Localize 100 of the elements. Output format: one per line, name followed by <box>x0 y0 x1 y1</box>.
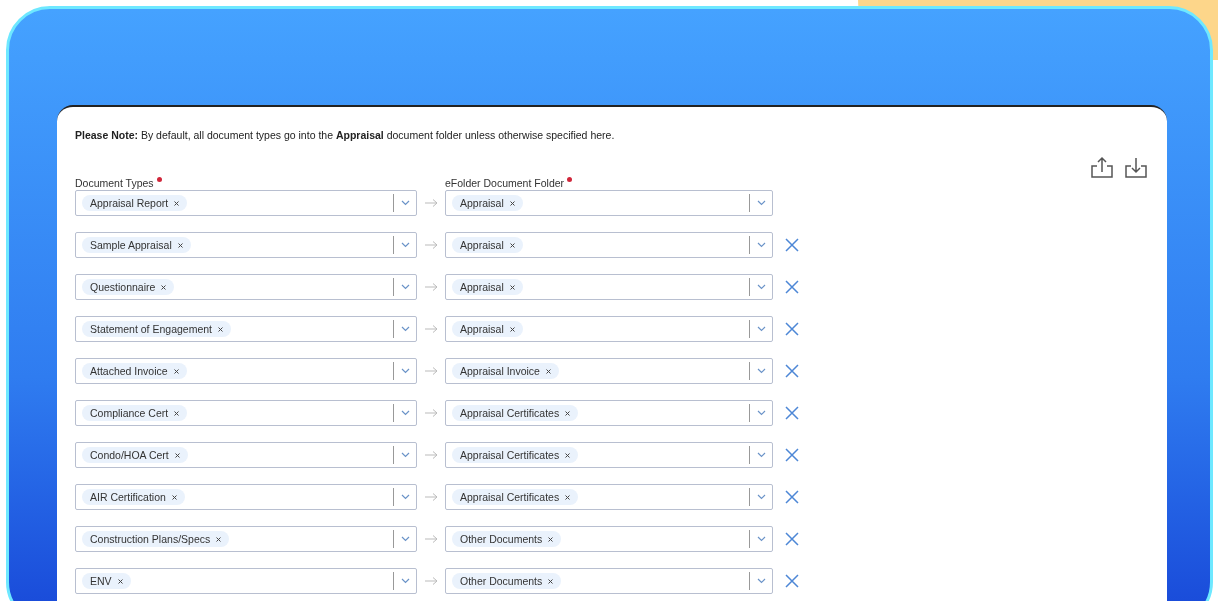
remove-tag-icon[interactable] <box>173 368 179 374</box>
close-icon[interactable] <box>785 532 799 546</box>
chevron-icon <box>756 368 766 374</box>
chevron-icon <box>400 410 410 416</box>
remove-tag-icon[interactable] <box>548 578 554 584</box>
select-field[interactable]: Appraisal <box>445 232 773 258</box>
tag: Appraisal Report <box>82 195 188 211</box>
chevron-icon <box>400 368 410 374</box>
chevron-icon <box>756 326 766 332</box>
tag: Other Documents <box>452 531 562 547</box>
close-icon[interactable] <box>785 490 799 504</box>
remove-tag-icon[interactable] <box>509 326 515 332</box>
column-label: eFolder Document Folder <box>445 177 565 189</box>
tag: Sample Appraisal <box>82 237 191 253</box>
select-field[interactable]: Attached Invoice <box>75 358 417 384</box>
select-field[interactable]: Questionnaire <box>75 274 417 300</box>
chevron-icon <box>756 410 766 416</box>
select-field[interactable]: Appraisal Invoice <box>445 358 773 384</box>
arrow-icon <box>424 451 438 459</box>
chevron-icon <box>756 242 766 248</box>
close-icon[interactable] <box>785 238 799 252</box>
tag: Condo/HOA Cert <box>82 447 188 463</box>
close-icon[interactable] <box>785 406 799 420</box>
chevron-icon <box>756 578 766 584</box>
chevron-icon <box>400 284 410 290</box>
tag: Appraisal <box>452 195 523 211</box>
tag: Compliance Cert <box>82 405 188 421</box>
remove-tag-icon[interactable] <box>174 410 180 416</box>
select-field[interactable]: Condo/HOA Cert <box>75 442 417 468</box>
remove-tag-icon[interactable] <box>509 284 515 290</box>
arrow-icon <box>424 493 438 501</box>
select-field[interactable]: Appraisal <box>445 316 773 342</box>
remove-tag-icon[interactable] <box>548 536 554 542</box>
select-field[interactable]: Construction Plans/Specs <box>75 526 417 552</box>
tag: AIR Certification <box>82 489 185 505</box>
download-icon[interactable] <box>1123 155 1149 181</box>
arrow-icon <box>424 577 438 585</box>
remove-tag-icon[interactable] <box>117 578 123 584</box>
select-field[interactable]: Appraisal Certificates <box>445 484 773 510</box>
tag: Appraisal Invoice <box>452 363 559 379</box>
select-field[interactable]: Appraisal Certificates <box>445 442 773 468</box>
chevron-icon <box>400 494 410 500</box>
close-icon[interactable] <box>785 574 799 588</box>
remove-tag-icon[interactable] <box>509 242 515 248</box>
select-field[interactable]: Statement of Engagement <box>75 316 417 342</box>
tag: Attached Invoice <box>82 363 187 379</box>
remove-tag-icon[interactable] <box>171 494 177 500</box>
arrow-icon <box>424 199 438 207</box>
chevron-icon <box>400 242 410 248</box>
arrow-icon <box>424 325 438 333</box>
select-field[interactable]: Appraisal Report <box>75 190 417 216</box>
select-field[interactable]: Other Documents <box>445 526 773 552</box>
tag: Appraisal Certificates <box>452 489 579 505</box>
remove-tag-icon[interactable] <box>174 452 180 458</box>
chevron-icon <box>400 326 410 332</box>
close-icon[interactable] <box>785 364 799 378</box>
arrow-icon <box>424 367 438 375</box>
tag: Appraisal Certificates <box>452 447 579 463</box>
select-field[interactable]: Appraisal <box>445 190 773 216</box>
tag: Statement of Engagement <box>82 321 231 337</box>
remove-tag-icon[interactable] <box>565 494 571 500</box>
chevron-icon <box>756 284 766 290</box>
arrow-icon <box>424 535 438 543</box>
remove-tag-icon[interactable] <box>218 326 223 332</box>
close-icon[interactable] <box>785 448 799 462</box>
arrow-icon <box>424 409 438 417</box>
tag: Questionnaire <box>82 279 175 295</box>
remove-tag-icon[interactable] <box>509 200 515 206</box>
remove-tag-icon[interactable] <box>565 410 571 416</box>
remove-tag-icon[interactable] <box>161 284 167 290</box>
chevron-icon <box>756 494 766 500</box>
remove-tag-icon[interactable] <box>177 242 183 248</box>
remove-tag-icon[interactable] <box>565 452 571 458</box>
note-text: Please Note: By default, all document types go into the Appraisal document folder unless otherwise specified here. <box>75 129 616 141</box>
remove-tag-icon[interactable] <box>545 368 551 374</box>
chevron-icon <box>400 578 410 584</box>
close-icon[interactable] <box>785 322 799 336</box>
remove-tag-icon[interactable] <box>174 200 180 206</box>
remove-tag-icon[interactable] <box>216 536 222 542</box>
tag: Appraisal <box>452 279 523 295</box>
upload-icon[interactable] <box>1089 155 1115 181</box>
select-field[interactable]: Appraisal <box>445 274 773 300</box>
chevron-icon <box>400 536 410 542</box>
select-field[interactable]: Compliance Cert <box>75 400 417 426</box>
tag: Appraisal <box>452 237 523 253</box>
select-field[interactable]: AIR Certification <box>75 484 417 510</box>
tag: Construction Plans/Specs <box>82 531 230 547</box>
select-field[interactable]: ENV <box>75 568 417 594</box>
close-icon[interactable] <box>785 280 799 294</box>
chevron-icon <box>756 536 766 542</box>
chevron-icon <box>400 452 410 458</box>
select-field[interactable]: Sample Appraisal <box>75 232 417 258</box>
tag: Appraisal Certificates <box>452 405 579 421</box>
chevron-icon <box>400 200 410 206</box>
select-field[interactable]: Other Documents <box>445 568 773 594</box>
chevron-icon <box>756 200 766 206</box>
arrow-icon <box>424 241 438 249</box>
tag: ENV <box>82 573 131 589</box>
select-field[interactable]: Appraisal Certificates <box>445 400 773 426</box>
column-label: Document Types <box>75 177 154 189</box>
